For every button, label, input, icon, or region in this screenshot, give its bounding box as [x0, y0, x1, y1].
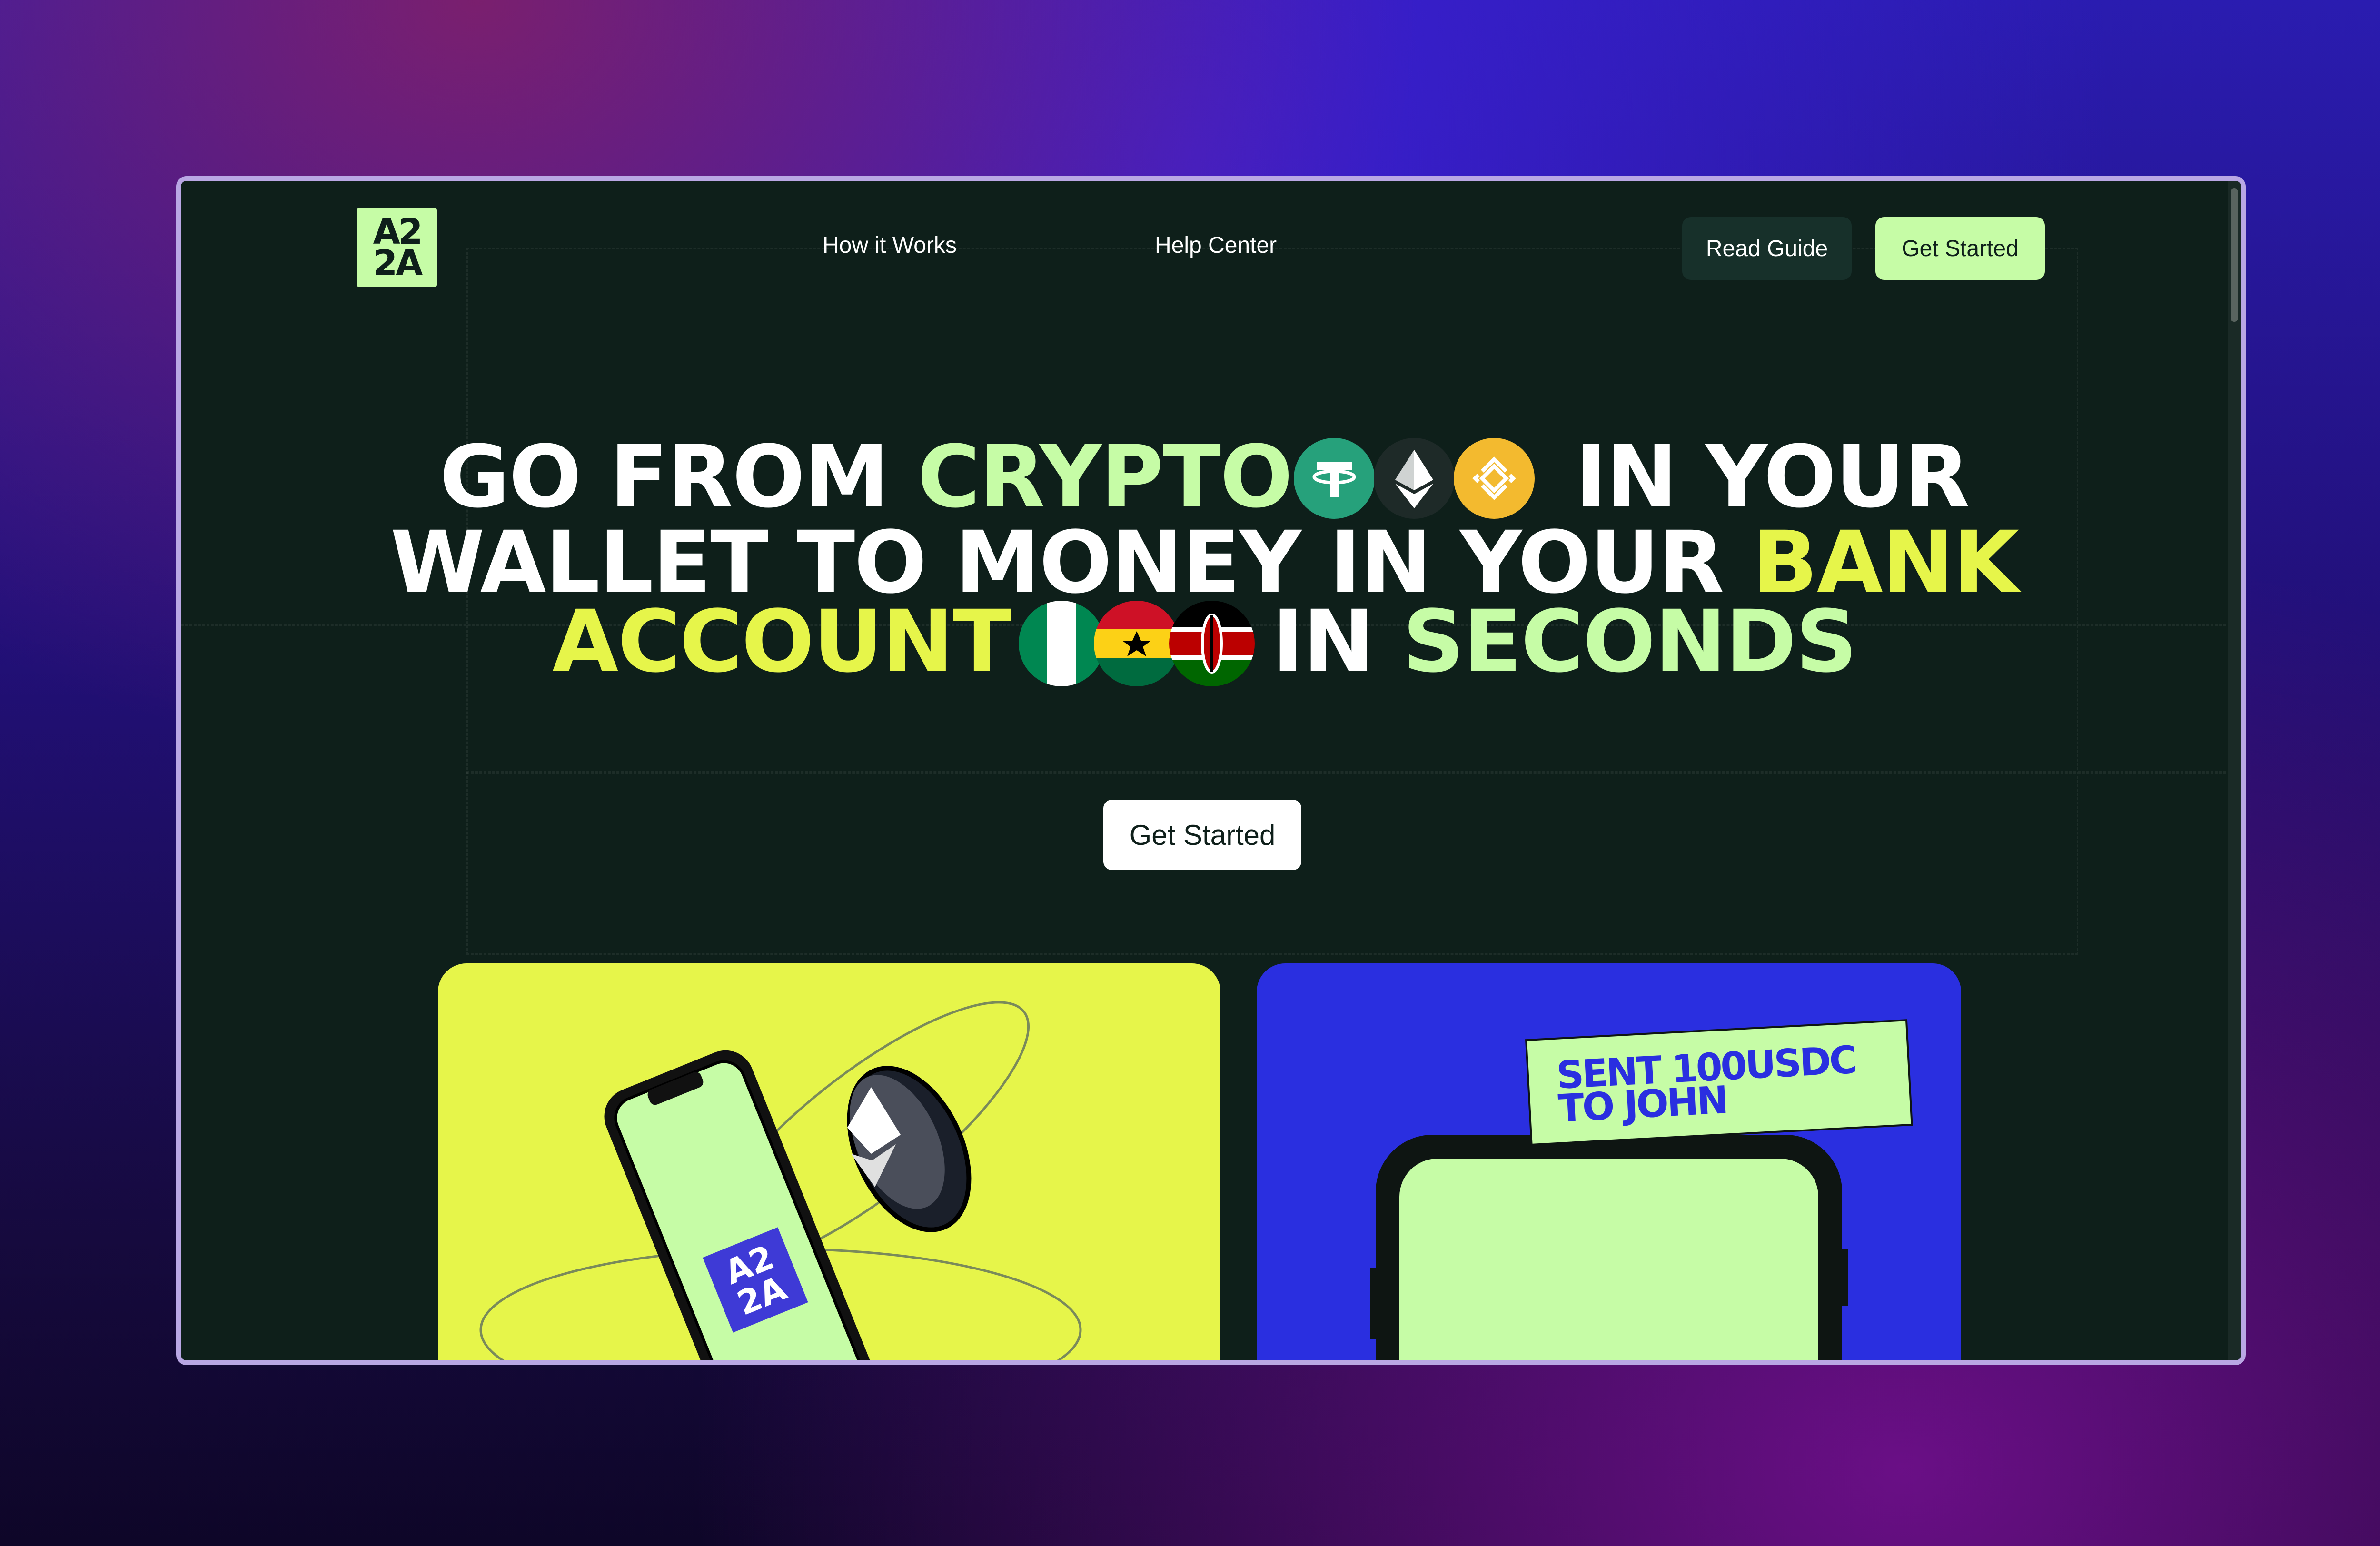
- headline-line-2: WALLET TO MONEY IN YOUR BANK: [324, 520, 2085, 605]
- ghana-flag: [1094, 601, 1180, 687]
- crypto-coins: [1294, 437, 1535, 519]
- read-guide-button[interactable]: Read Guide: [1682, 217, 1852, 280]
- decorative-guide-line: [466, 771, 2228, 774]
- a2za-logo[interactable]: A2 2A: [357, 208, 437, 287]
- phone-illustration: A2 2A: [479, 1001, 1082, 1360]
- nav-help-center[interactable]: Help Center: [1155, 232, 1277, 258]
- headline-account: ACCOUNT: [552, 592, 1011, 692]
- headline-text: IN: [1272, 592, 1375, 692]
- headline-line-3: ACCOUNT IN SECONDS: [324, 599, 2085, 691]
- country-flags: [1019, 601, 1255, 687]
- feature-card-yellow: A2 2A: [438, 963, 1220, 1360]
- hero-headline: GO FROM CRYPTO IN YOUR WALLET TO MONEY I…: [324, 435, 2085, 691]
- headline-crypto: CRYPTO: [917, 427, 1293, 527]
- feature-card-blue: SENT 100USDC TO JOHN: [1257, 963, 1961, 1360]
- headline-text: GO FROM: [439, 427, 889, 527]
- vertical-scrollbar[interactable]: [2228, 181, 2241, 1360]
- logo-text-bottom: 2A: [373, 243, 423, 284]
- headline-line-1: GO FROM CRYPTO IN YOUR: [324, 435, 2085, 524]
- scrollbar-thumb[interactable]: [2231, 188, 2238, 322]
- bnb-icon: [1454, 437, 1535, 519]
- tether-icon: [1294, 437, 1375, 519]
- get-started-hero-button[interactable]: Get Started: [1103, 800, 1301, 870]
- get-started-nav-button[interactable]: Get Started: [1875, 217, 2045, 280]
- nav-how-it-works[interactable]: How it Works: [823, 232, 957, 258]
- kenya-flag: [1169, 601, 1255, 687]
- ethereum-icon: [1374, 437, 1455, 519]
- notification-line-2: TO JOHN: [1557, 1078, 1727, 1130]
- landing-page: A2 2A How it Works Help Center Read Guid…: [181, 181, 2228, 1360]
- phone-notification-illustration: SENT 100USDC TO JOHN: [1370, 1019, 1913, 1360]
- browser-window: A2 2A How it Works Help Center Read Guid…: [176, 176, 2246, 1365]
- nigeria-flag: [1019, 601, 1105, 687]
- headline-text: IN YOUR: [1575, 427, 1970, 527]
- headline-seconds: SECONDS: [1402, 592, 1857, 692]
